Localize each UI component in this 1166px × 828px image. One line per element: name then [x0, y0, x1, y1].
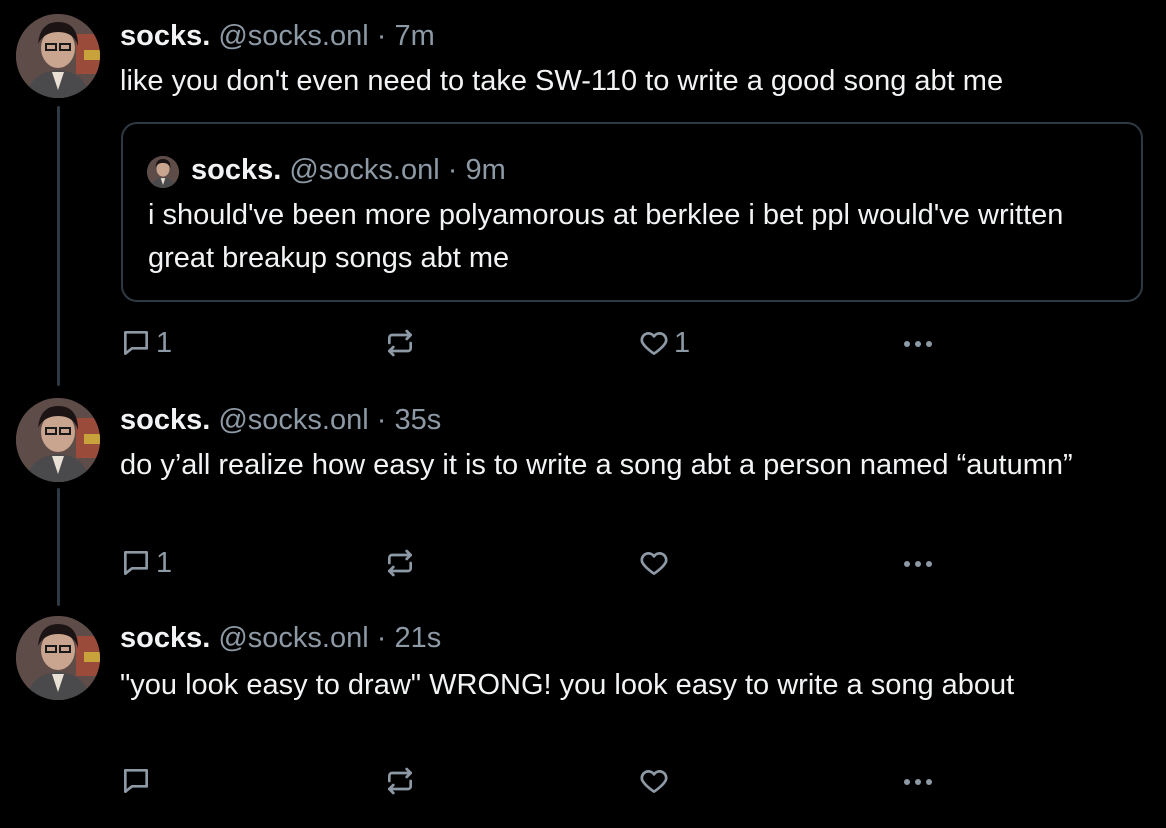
separator-dot: ·: [376, 20, 387, 52]
reply-bubble-icon: [124, 769, 148, 793]
author-handle[interactable]: @socks.onl: [218, 20, 368, 52]
post[interactable]: socks. @socks.onl · 7m like you don't ev…: [0, 0, 1166, 390]
reply-button[interactable]: 1: [120, 323, 172, 363]
quote-text: i should've been more polyamorous at ber…: [148, 199, 1064, 274]
like-button[interactable]: 1: [638, 323, 690, 363]
quote-header: socks. @socks.onl · 9m: [191, 152, 506, 188]
more-options-button[interactable]: [900, 323, 936, 363]
post-actions: [120, 761, 1120, 801]
avatar[interactable]: [16, 398, 100, 482]
ellipsis-icon: [904, 341, 932, 347]
quote-post-card[interactable]: socks. @socks.onl · 9m i should've been …: [121, 122, 1143, 302]
heart-icon: [640, 332, 668, 355]
author-name[interactable]: socks.: [120, 622, 210, 654]
ellipsis-icon: [904, 779, 932, 785]
like-button[interactable]: [638, 543, 670, 583]
reply-bubble-icon: [124, 331, 148, 355]
post[interactable]: socks. @socks.onl · 35s do y’all realize…: [0, 390, 1166, 600]
post-actions: 1: [120, 543, 1120, 583]
like-button[interactable]: [638, 761, 670, 801]
repost-button[interactable]: [384, 543, 416, 583]
author-handle[interactable]: @socks.onl: [218, 404, 368, 436]
repost-arrows-icon: [388, 329, 412, 357]
author-handle[interactable]: @socks.onl: [218, 622, 368, 654]
reply-button[interactable]: [120, 761, 152, 801]
avatar[interactable]: [16, 14, 100, 98]
quote-avatar: [147, 156, 179, 188]
reply-count: 1: [156, 546, 173, 579]
heart-icon: [640, 770, 668, 793]
heart-icon: [640, 552, 668, 575]
post-timestamp[interactable]: 21s: [394, 622, 441, 654]
repost-button[interactable]: [384, 323, 416, 363]
separator-dot: ·: [376, 404, 387, 436]
author-name[interactable]: socks.: [120, 20, 210, 52]
post-header: socks. @socks.onl · 21s: [120, 620, 441, 656]
quote-author-handle: @socks.onl: [289, 154, 440, 186]
like-count: 1: [674, 326, 691, 359]
post-text: do y’all realize how easy it is to write…: [120, 449, 1073, 481]
repost-button[interactable]: [384, 761, 416, 801]
reply-bubble-icon: [124, 551, 148, 575]
ellipsis-icon: [904, 561, 932, 567]
post-timestamp[interactable]: 7m: [394, 20, 434, 52]
post-text: like you don't even need to take SW-110 …: [120, 65, 1004, 97]
post-header: socks. @socks.onl · 7m: [120, 18, 435, 54]
separator-dot: ·: [447, 154, 458, 186]
more-options-button[interactable]: [900, 543, 936, 583]
author-name[interactable]: socks.: [120, 404, 210, 436]
post-actions: 1 1: [120, 323, 1120, 363]
post-header: socks. @socks.onl · 35s: [120, 402, 441, 438]
more-options-button[interactable]: [900, 761, 936, 801]
reply-count: 1: [156, 326, 173, 359]
quote-timestamp: 9m: [465, 154, 506, 186]
avatar[interactable]: [16, 616, 100, 700]
post-timestamp[interactable]: 35s: [394, 404, 441, 436]
quote-author-name: socks.: [191, 154, 282, 186]
repost-arrows-icon: [388, 549, 412, 577]
post[interactable]: socks. @socks.onl · 21s "you look easy t…: [0, 610, 1166, 828]
post-text: "you look easy to draw" WRONG! you look …: [120, 669, 1015, 701]
separator-dot: ·: [376, 622, 387, 654]
repost-arrows-icon: [388, 767, 412, 795]
reply-button[interactable]: 1: [120, 543, 172, 583]
